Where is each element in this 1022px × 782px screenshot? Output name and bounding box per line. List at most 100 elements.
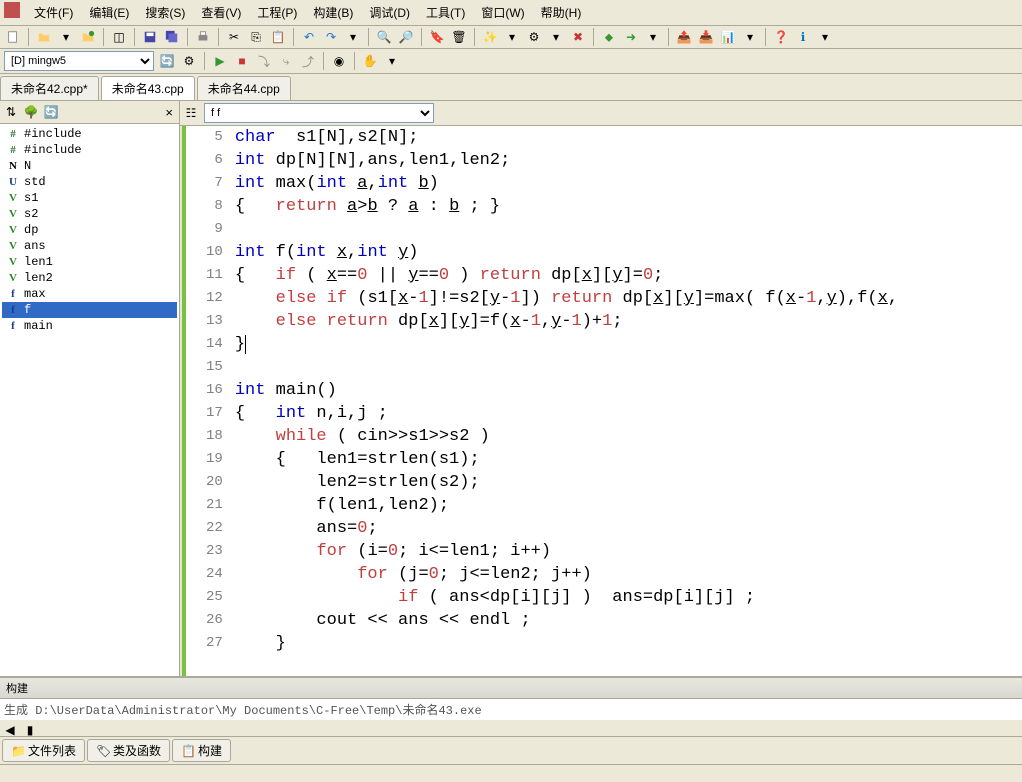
tab-file-0[interactable]: 未命名42.cpp* (0, 76, 99, 100)
tree-icon[interactable]: 🌳 (22, 103, 40, 121)
code-template-icon[interactable]: ◫ (110, 28, 128, 46)
gear-icon[interactable]: ⚙ (525, 28, 543, 46)
sort-icon[interactable]: ⇅ (2, 103, 20, 121)
import-icon[interactable]: 📥 (697, 28, 715, 46)
separator (668, 28, 669, 46)
sidebar: ⇅ 🌳 🔄 × ##include ##include NNUstdVs1Vs2… (0, 101, 180, 676)
symbol-item[interactable]: Vs2 (2, 206, 177, 222)
separator (421, 28, 422, 46)
scroll-marker-icon[interactable]: ▮ (21, 721, 39, 739)
N-icon: N (6, 160, 20, 172)
btab-build[interactable]: 📋构建 (172, 739, 231, 762)
symbol-item[interactable]: Vdp (2, 222, 177, 238)
redo-icon[interactable]: ↷ (322, 28, 340, 46)
dropdown-icon[interactable]: ▾ (344, 28, 362, 46)
f-icon: f (6, 288, 20, 300)
open-file-icon[interactable] (35, 28, 53, 46)
symbol-label: std (24, 175, 46, 189)
compiler-select[interactable]: [D] mingw5 (4, 51, 154, 71)
save-all-icon[interactable] (163, 28, 181, 46)
clear-bookmarks-icon[interactable]: 🗑 (450, 28, 468, 46)
dropdown-icon[interactable]: ▾ (644, 28, 662, 46)
menu-debug[interactable]: 调试(D) (363, 2, 416, 23)
settings-icon[interactable]: ⚙ (180, 52, 198, 70)
symbol-item[interactable]: Vs1 (2, 190, 177, 206)
symbol-item[interactable]: Vans (2, 238, 177, 254)
code-body[interactable]: char s1[N],s2[N];int dp[N][N],ans,len1,l… (231, 126, 1022, 676)
refresh-icon[interactable]: 🔄 (42, 103, 60, 121)
dropdown-icon[interactable]: ▾ (547, 28, 565, 46)
dropdown-icon[interactable]: ▾ (741, 28, 759, 46)
dropdown-icon[interactable]: ▾ (503, 28, 521, 46)
step-over-icon[interactable]: ⤵ (255, 52, 273, 70)
symbol-tree[interactable]: ##include ##include NNUstdVs1Vs2VdpVansV… (0, 124, 179, 676)
cut-icon[interactable]: ✂ (225, 28, 243, 46)
btab-filelist[interactable]: 📁文件列表 (2, 739, 85, 762)
symbol-label: len2 (24, 271, 53, 285)
find-in-files-icon[interactable]: 🔎 (397, 28, 415, 46)
dropdown-icon[interactable]: ▾ (816, 28, 834, 46)
info-icon[interactable]: ℹ (794, 28, 812, 46)
symbol-item[interactable]: fmax (2, 286, 177, 302)
copy-icon[interactable]: ⎘ (247, 28, 265, 46)
menu-search[interactable]: 搜索(S) (139, 2, 191, 23)
symbol-item[interactable]: ##include (2, 126, 177, 142)
symbol-item[interactable]: ff (2, 302, 177, 318)
symbol-item[interactable]: ##include (2, 142, 177, 158)
excel-icon[interactable]: 📊 (719, 28, 737, 46)
menu-tools[interactable]: 工具(T) (420, 2, 471, 23)
paste-icon[interactable]: 📋 (269, 28, 287, 46)
tab-file-2[interactable]: 未命名44.cpp (197, 76, 291, 100)
menu-help[interactable]: 帮助(H) (535, 2, 588, 23)
symbol-item[interactable]: Vlen1 (2, 254, 177, 270)
line-gutter: 5678910111213141516171819202122232425262… (186, 126, 231, 676)
V-icon: V (6, 192, 20, 204)
scroll-left-icon[interactable]: ◀ (1, 721, 19, 739)
separator (368, 28, 369, 46)
step-out-icon[interactable]: ⤴ (299, 52, 317, 70)
menu-file[interactable]: 文件(F) (28, 2, 79, 23)
nav-fwd-icon[interactable]: ➜ (622, 28, 640, 46)
dropdown-icon[interactable]: ▾ (383, 52, 401, 70)
code-editor[interactable]: 5678910111213141516171819202122232425262… (180, 126, 1022, 676)
symbol-item[interactable]: fmain (2, 318, 177, 334)
nav-back-icon[interactable]: ⬥ (600, 28, 618, 46)
recent-icon[interactable] (79, 28, 97, 46)
tab-file-1[interactable]: 未命名43.cpp (101, 76, 195, 100)
bookmark-icon[interactable]: 🔖 (428, 28, 446, 46)
save-icon[interactable] (141, 28, 159, 46)
breakpoint-icon[interactable]: ◉ (330, 52, 348, 70)
separator (474, 28, 475, 46)
step-into-icon[interactable]: ⤷ (277, 52, 295, 70)
symbol-item[interactable]: NN (2, 158, 177, 174)
close-icon[interactable]: × (161, 105, 177, 120)
new-file-icon[interactable] (4, 28, 22, 46)
main-area: ⇅ 🌳 🔄 × ##include ##include NNUstdVs1Vs2… (0, 101, 1022, 676)
export-icon[interactable]: 📤 (675, 28, 693, 46)
run-icon[interactable]: ▶ (211, 52, 229, 70)
separator (354, 52, 355, 70)
refresh-icon[interactable]: 🔄 (158, 52, 176, 70)
wand-icon[interactable]: ✨ (481, 28, 499, 46)
print-icon[interactable] (194, 28, 212, 46)
menu-window[interactable]: 窗口(W) (475, 2, 530, 23)
symbol-item[interactable]: Vlen2 (2, 270, 177, 286)
undo-icon[interactable]: ↶ (300, 28, 318, 46)
cancel-icon[interactable]: ✖ (569, 28, 587, 46)
class-icon[interactable]: ☷ (182, 104, 200, 122)
dropdown-icon[interactable]: ▾ (57, 28, 75, 46)
help-icon[interactable]: ❓ (772, 28, 790, 46)
hand-icon[interactable]: ✋ (361, 52, 379, 70)
menu-project[interactable]: 工程(P) (251, 2, 303, 23)
menu-build[interactable]: 构建(B) (307, 2, 359, 23)
folder-icon: 📁 (11, 744, 25, 758)
find-icon[interactable]: 🔍 (375, 28, 393, 46)
symbol-item[interactable]: Ustd (2, 174, 177, 190)
menu-view[interactable]: 查看(V) (195, 2, 247, 23)
btab-classes[interactable]: 🏷类及函数 (87, 739, 170, 762)
function-select[interactable]: f f (204, 103, 434, 123)
menu-edit[interactable]: 编辑(E) (83, 2, 135, 23)
symbol-label: f (24, 303, 31, 317)
stop-icon[interactable]: ■ (233, 52, 251, 70)
editor: ☷ f f 5678910111213141516171819202122232… (180, 101, 1022, 676)
